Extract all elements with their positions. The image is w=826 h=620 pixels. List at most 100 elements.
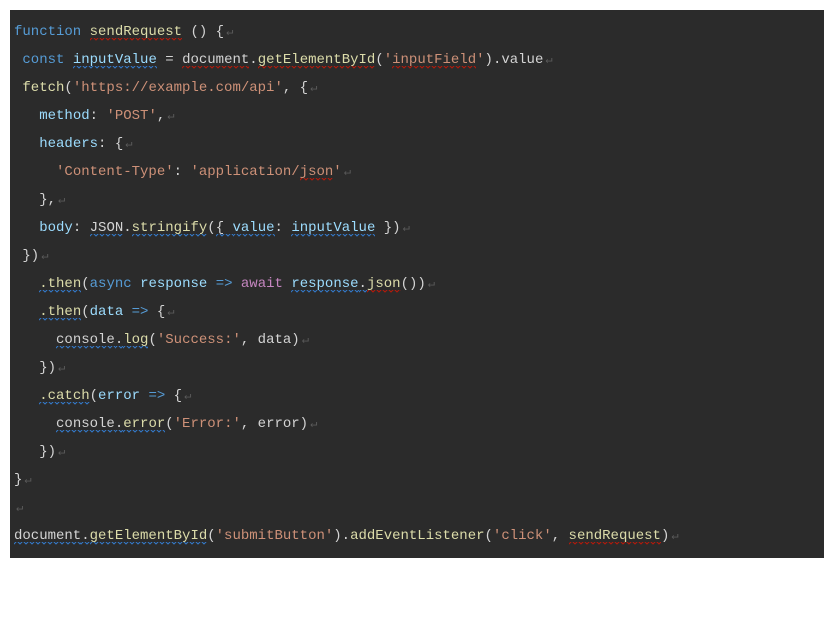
code-token: .	[359, 276, 367, 293]
code-token: })	[14, 248, 39, 264]
code-line[interactable]: console.error('Error:', error)↵	[14, 410, 820, 438]
code-token: .then	[39, 304, 81, 321]
code-line[interactable]: })↵	[14, 438, 820, 466]
code-token: {	[165, 388, 182, 404]
code-line[interactable]: headers: {↵	[14, 130, 820, 158]
code-token: error	[123, 416, 165, 433]
code-line[interactable]: function sendRequest () {↵	[14, 18, 820, 46]
code-token: document	[14, 528, 81, 545]
code-line[interactable]: method: 'POST',↵	[14, 102, 820, 130]
code-token: (	[64, 80, 72, 96]
code-line[interactable]: }↵	[14, 466, 820, 494]
newline-icon: ↵	[182, 389, 191, 403]
code-token: 'https://example.com/api'	[73, 80, 283, 96]
code-line[interactable]: fetch('https://example.com/api', {↵	[14, 74, 820, 102]
code-token	[132, 276, 140, 292]
code-token	[14, 220, 39, 236]
code-token: await	[241, 276, 283, 292]
code-token: =>	[216, 276, 233, 292]
code-token: , data)	[241, 332, 300, 348]
code-line[interactable]: const inputValue = document.getElementBy…	[14, 46, 820, 74]
code-token	[14, 108, 39, 124]
code-token	[14, 304, 39, 320]
code-token: (	[90, 388, 98, 404]
code-token: (	[148, 332, 156, 348]
code-token: : {	[98, 136, 123, 152]
code-line[interactable]: })↵	[14, 354, 820, 382]
code-token	[14, 388, 39, 404]
newline-icon: ↵	[342, 165, 351, 179]
code-token	[14, 332, 56, 348]
code-token: :	[90, 108, 107, 124]
code-token: , {	[283, 80, 308, 96]
code-token: inputField	[392, 52, 476, 69]
newline-icon: ↵	[39, 249, 48, 263]
code-token: 'Success:'	[157, 332, 241, 348]
code-token: json	[367, 276, 401, 293]
code-token: :	[73, 220, 90, 236]
code-token	[14, 136, 39, 152]
code-token: , error)	[241, 416, 308, 432]
code-token: },	[14, 192, 56, 208]
code-token: console	[56, 332, 115, 349]
code-token: })	[14, 444, 56, 460]
code-line[interactable]: .then(data => {↵	[14, 298, 820, 326]
code-line[interactable]: 'Content-Type': 'application/json'↵	[14, 158, 820, 186]
newline-icon: ↵	[308, 417, 317, 431]
code-token	[14, 416, 56, 432]
code-token: =	[157, 52, 182, 68]
code-token: (	[207, 220, 215, 236]
newline-icon: ↵	[123, 137, 132, 151]
code-token	[207, 276, 215, 292]
code-line[interactable]: body: JSON.stringify({ value: inputValue…	[14, 214, 820, 242]
newline-icon: ↵	[401, 221, 410, 235]
code-token: (	[375, 52, 383, 68]
code-token: =>	[132, 304, 149, 320]
code-token: async	[90, 276, 132, 292]
newline-icon: ↵	[224, 25, 233, 39]
code-token: response	[140, 276, 207, 292]
code-token: 'Error:'	[174, 416, 241, 432]
newline-icon: ↵	[426, 277, 435, 291]
code-token: sendRequest	[90, 24, 182, 41]
code-token: ,	[552, 528, 569, 544]
code-line[interactable]: .then(async response => await response.j…	[14, 270, 820, 298]
code-token: data	[90, 304, 124, 320]
newline-icon: ↵	[22, 473, 31, 487]
newline-icon: ↵	[56, 445, 65, 459]
newline-icon: ↵	[56, 361, 65, 375]
code-token: JSON	[90, 220, 124, 237]
newline-icon: ↵	[300, 333, 309, 347]
code-token: log	[123, 332, 148, 349]
code-token: ).	[333, 528, 350, 544]
code-token: 'click'	[493, 528, 552, 544]
code-editor[interactable]: function sendRequest () {↵ const inputVa…	[10, 10, 824, 558]
code-token: (	[165, 416, 173, 432]
code-token: .	[249, 52, 257, 68]
code-token: body	[39, 220, 73, 236]
code-token	[233, 276, 241, 292]
code-token: ())	[401, 276, 426, 292]
code-line[interactable]: .catch(error => {↵	[14, 382, 820, 410]
code-token: function	[14, 24, 90, 40]
code-token: ).value	[485, 52, 544, 68]
code-token: inputValue	[73, 52, 157, 69]
newline-icon: ↵	[165, 109, 174, 123]
code-line[interactable]: },↵	[14, 186, 820, 214]
code-token: value	[233, 220, 275, 237]
code-line[interactable]: document.getElementById('submitButton').…	[14, 522, 820, 550]
code-line[interactable]: ↵	[14, 494, 820, 522]
code-token: fetch	[22, 80, 64, 96]
code-line[interactable]: })↵	[14, 242, 820, 270]
code-token	[14, 276, 39, 292]
code-token: '	[476, 52, 484, 68]
code-line[interactable]: console.log('Success:', data)↵	[14, 326, 820, 354]
code-token: .then	[39, 276, 81, 293]
code-token: stringify	[132, 220, 208, 237]
code-token: {	[216, 220, 233, 237]
code-token: =>	[148, 388, 165, 404]
code-token: (	[81, 276, 89, 292]
code-token: inputValue	[291, 220, 375, 237]
code-token: '	[333, 164, 341, 180]
code-token: json	[300, 164, 334, 181]
